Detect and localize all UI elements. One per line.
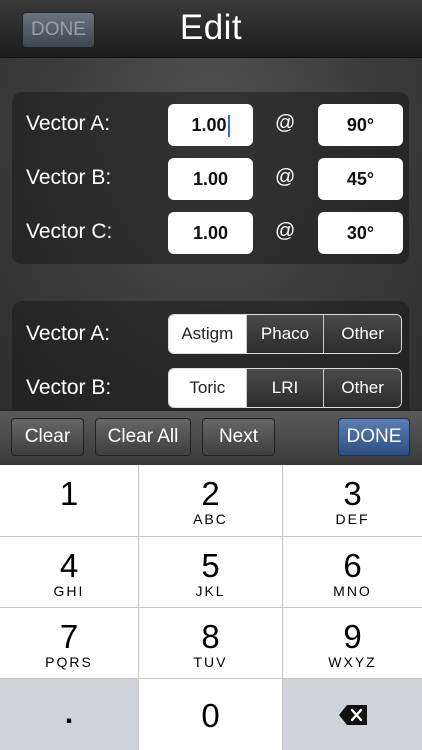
vector-b-type-label: Vector B:	[26, 376, 112, 399]
key-7[interactable]: 7 PQRS	[0, 608, 139, 679]
vector-a-type-row: Vector A: Astigm Phaco Other	[12, 314, 409, 358]
text-caret	[227, 115, 230, 138]
vector-values-panel: Vector A: 1.00 @ 90° Vector B: 1.00 @ 45…	[12, 92, 409, 264]
key-2[interactable]: 2 ABC	[139, 465, 283, 537]
key-digit: 5	[201, 547, 220, 584]
key-9[interactable]: 9 WXYZ	[283, 608, 422, 679]
vector-c-magnitude-field[interactable]: 1.00	[168, 212, 253, 254]
keyboard-toolbar: Clear Clear All Next DONE	[0, 410, 422, 465]
backspace-icon	[339, 705, 367, 725]
vector-a-magnitude-value: 1.00	[191, 115, 227, 135]
key-letters: DEF	[335, 511, 370, 527]
vector-a-angle-field[interactable]: 90°	[318, 104, 403, 146]
key-letters: MNO	[333, 583, 372, 599]
vector-b-type-segmented-control: Toric LRI Other	[168, 368, 402, 408]
key-5[interactable]: 5 JKL	[139, 537, 283, 608]
page-title: Edit	[179, 8, 243, 47]
key-letters: GHI	[53, 583, 85, 599]
edit-content: Vector A: 1.00 @ 90° Vector B: 1.00 @ 45…	[0, 58, 422, 431]
segment-astigm[interactable]: Astigm	[169, 315, 246, 353]
key-letters: PQRS	[45, 654, 93, 670]
key-backspace[interactable]	[283, 679, 422, 750]
key-digit: 4	[59, 547, 79, 584]
key-decimal[interactable]: .	[0, 679, 139, 750]
segment-lri[interactable]: LRI	[245, 369, 324, 407]
key-1[interactable]: 1	[0, 465, 139, 537]
at-symbol: @	[275, 166, 296, 188]
clear-all-button[interactable]: Clear All	[95, 418, 191, 456]
vector-b-magnitude-field[interactable]: 1.00	[168, 158, 253, 200]
toolbar-done-button[interactable]: DONE	[338, 418, 410, 456]
numeric-keypad: 1 2 ABC 3 DEF 4 GHI 5 JKL 6 MNO 7 PQRS 8…	[0, 465, 422, 750]
key-digit: 3	[343, 475, 362, 512]
segment-other[interactable]: Other	[323, 369, 401, 407]
key-letters: JKL	[195, 583, 226, 599]
key-letters: ABC	[193, 511, 228, 527]
at-symbol: @	[275, 112, 296, 134]
key-3[interactable]: 3 DEF	[283, 465, 422, 537]
key-digit: 0	[201, 697, 220, 734]
key-6[interactable]: 6 MNO	[283, 537, 422, 608]
vector-b-label: Vector B:	[26, 166, 112, 189]
key-letters: WXYZ	[328, 654, 377, 670]
key-digit: 7	[59, 618, 79, 655]
key-digit: 6	[343, 547, 362, 584]
vector-c-row: Vector C: 1.00 @ 30°	[12, 212, 409, 256]
next-button[interactable]: Next	[202, 418, 275, 456]
key-digit: 8	[201, 618, 220, 655]
vector-a-magnitude-field[interactable]: 1.00	[168, 104, 253, 146]
key-letters: TUV	[193, 654, 228, 670]
nav-bar: DONE Edit	[0, 0, 422, 58]
vector-a-type-label: Vector A:	[26, 322, 111, 345]
key-4[interactable]: 4 GHI	[0, 537, 139, 608]
vector-b-type-row: Vector B: Toric LRI Other	[12, 368, 409, 412]
vector-c-angle-field[interactable]: 30°	[318, 212, 403, 254]
vector-b-row: Vector B: 1.00 @ 45°	[12, 158, 409, 202]
clear-button[interactable]: Clear	[11, 418, 84, 456]
key-digit: 1	[59, 475, 79, 512]
vector-a-type-segmented-control: Astigm Phaco Other	[168, 314, 402, 354]
vector-a-row: Vector A: 1.00 @ 90°	[12, 104, 409, 148]
segment-phaco[interactable]: Phaco	[245, 315, 324, 353]
decimal-point: .	[64, 697, 74, 730]
vector-b-angle-field[interactable]: 45°	[318, 158, 403, 200]
at-symbol: @	[275, 220, 296, 242]
key-8[interactable]: 8 TUV	[139, 608, 283, 679]
key-0[interactable]: 0	[139, 679, 283, 750]
key-digit: 2	[201, 475, 220, 512]
key-digit: 9	[343, 618, 362, 655]
vector-a-label: Vector A:	[26, 112, 111, 135]
vector-c-label: Vector C:	[26, 220, 113, 243]
segment-toric[interactable]: Toric	[169, 369, 246, 407]
segment-other[interactable]: Other	[323, 315, 401, 353]
